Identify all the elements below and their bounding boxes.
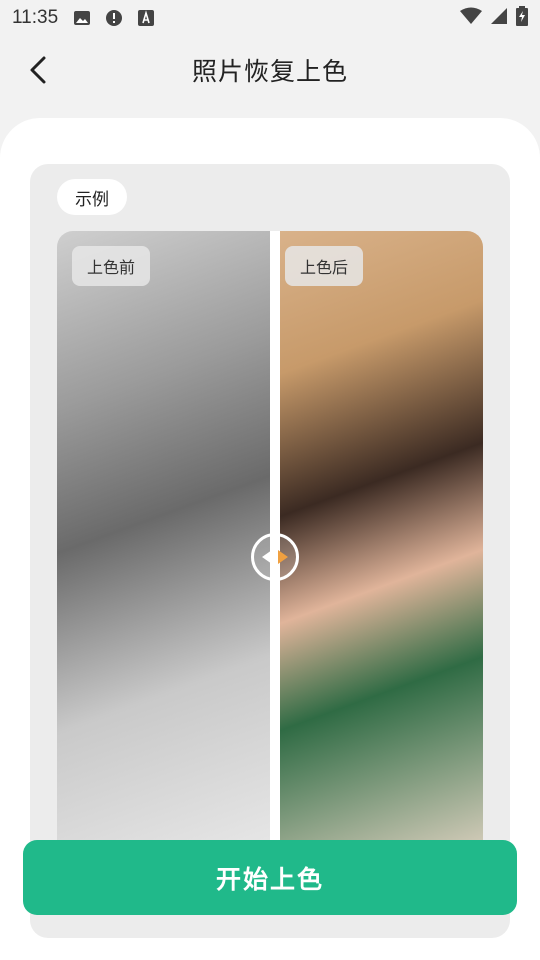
status-bar: 11:35 [0,0,540,36]
signal-icon [490,7,508,29]
slider-handle[interactable] [251,533,299,581]
alert-icon [104,8,124,28]
before-image [57,231,270,871]
app-header: 照片恢复上色 [0,36,540,104]
status-time: 11:35 [12,7,59,28]
font-icon [136,8,156,28]
image-icon [72,8,92,28]
before-tag: 上色前 [72,246,151,286]
wifi-icon [460,7,482,29]
chevron-left-icon [30,56,46,84]
start-colorize-button[interactable]: 开始上色 [23,840,517,915]
arrow-left-icon [262,550,272,564]
after-image [280,231,483,871]
back-button[interactable] [18,50,58,90]
page-title: 照片恢复上色 [191,57,348,86]
battery-icon [516,6,528,30]
arrow-right-icon [278,550,288,564]
before-after-comparison[interactable]: 上色前 上色后 [57,231,483,871]
example-label: 示例 [57,179,127,215]
after-tag: 上色后 [285,246,364,286]
